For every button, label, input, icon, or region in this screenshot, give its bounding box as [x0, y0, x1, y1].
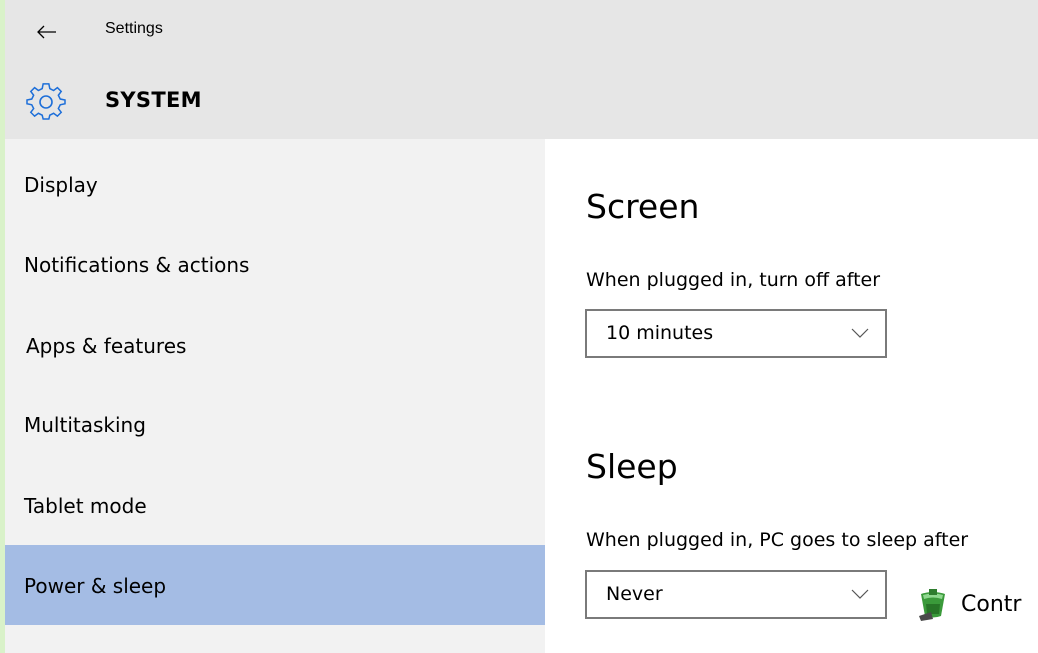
dropdown-value: Never: [606, 583, 663, 605]
sidebar-item-apps-features[interactable]: Apps & features: [5, 303, 545, 383]
sidebar-item-label: Power & sleep: [24, 574, 167, 598]
sidebar-item-label: Tablet mode: [24, 494, 147, 518]
sleep-heading: Sleep: [586, 447, 678, 486]
screen-heading: Screen: [586, 187, 700, 226]
back-button[interactable]: [31, 16, 63, 48]
app-title: Settings: [105, 20, 163, 37]
header-bar: Settings SYSTEM: [5, 0, 1038, 139]
section-title: SYSTEM: [105, 88, 202, 112]
sidebar-item-label: Display: [24, 173, 98, 197]
sidebar-item-display[interactable]: Display: [5, 143, 545, 223]
sleep-plugged-in-label: When plugged in, PC goes to sleep after: [586, 529, 969, 551]
content-pane: Screen When plugged in, turn off after 1…: [545, 139, 1038, 653]
control-panel-icon: [919, 589, 945, 621]
gear-icon: [26, 83, 66, 120]
screen-plugged-in-label: When plugged in, turn off after: [586, 269, 881, 291]
back-arrow-icon: [37, 25, 56, 39]
sidebar-item-tablet-mode[interactable]: Tablet mode: [5, 464, 545, 544]
sidebar-item-power-sleep[interactable]: Power & sleep: [5, 545, 545, 625]
sidebar-item-label: Notifications & actions: [24, 253, 250, 277]
sidebar-item-label: Apps & features: [26, 334, 187, 358]
screen-timeout-dropdown[interactable]: 10 minutes: [585, 309, 887, 358]
settings-window: Settings SYSTEM Display Notifications & …: [0, 0, 1038, 653]
chevron-down-icon: [851, 589, 869, 599]
control-panel-label: Contr: [961, 591, 1022, 617]
sidebar-item-multitasking[interactable]: Multitasking: [5, 383, 545, 463]
chevron-down-icon: [851, 328, 869, 338]
sleep-timeout-dropdown[interactable]: Never: [585, 570, 887, 619]
sidebar-item-notifications-actions[interactable]: Notifications & actions: [5, 223, 545, 303]
sidebar: Display Notifications & actions Apps & f…: [5, 139, 545, 653]
sidebar-item-label: Multitasking: [24, 413, 146, 437]
dropdown-value: 10 minutes: [606, 322, 714, 344]
control-panel-link[interactable]: Contr: [915, 584, 1021, 624]
